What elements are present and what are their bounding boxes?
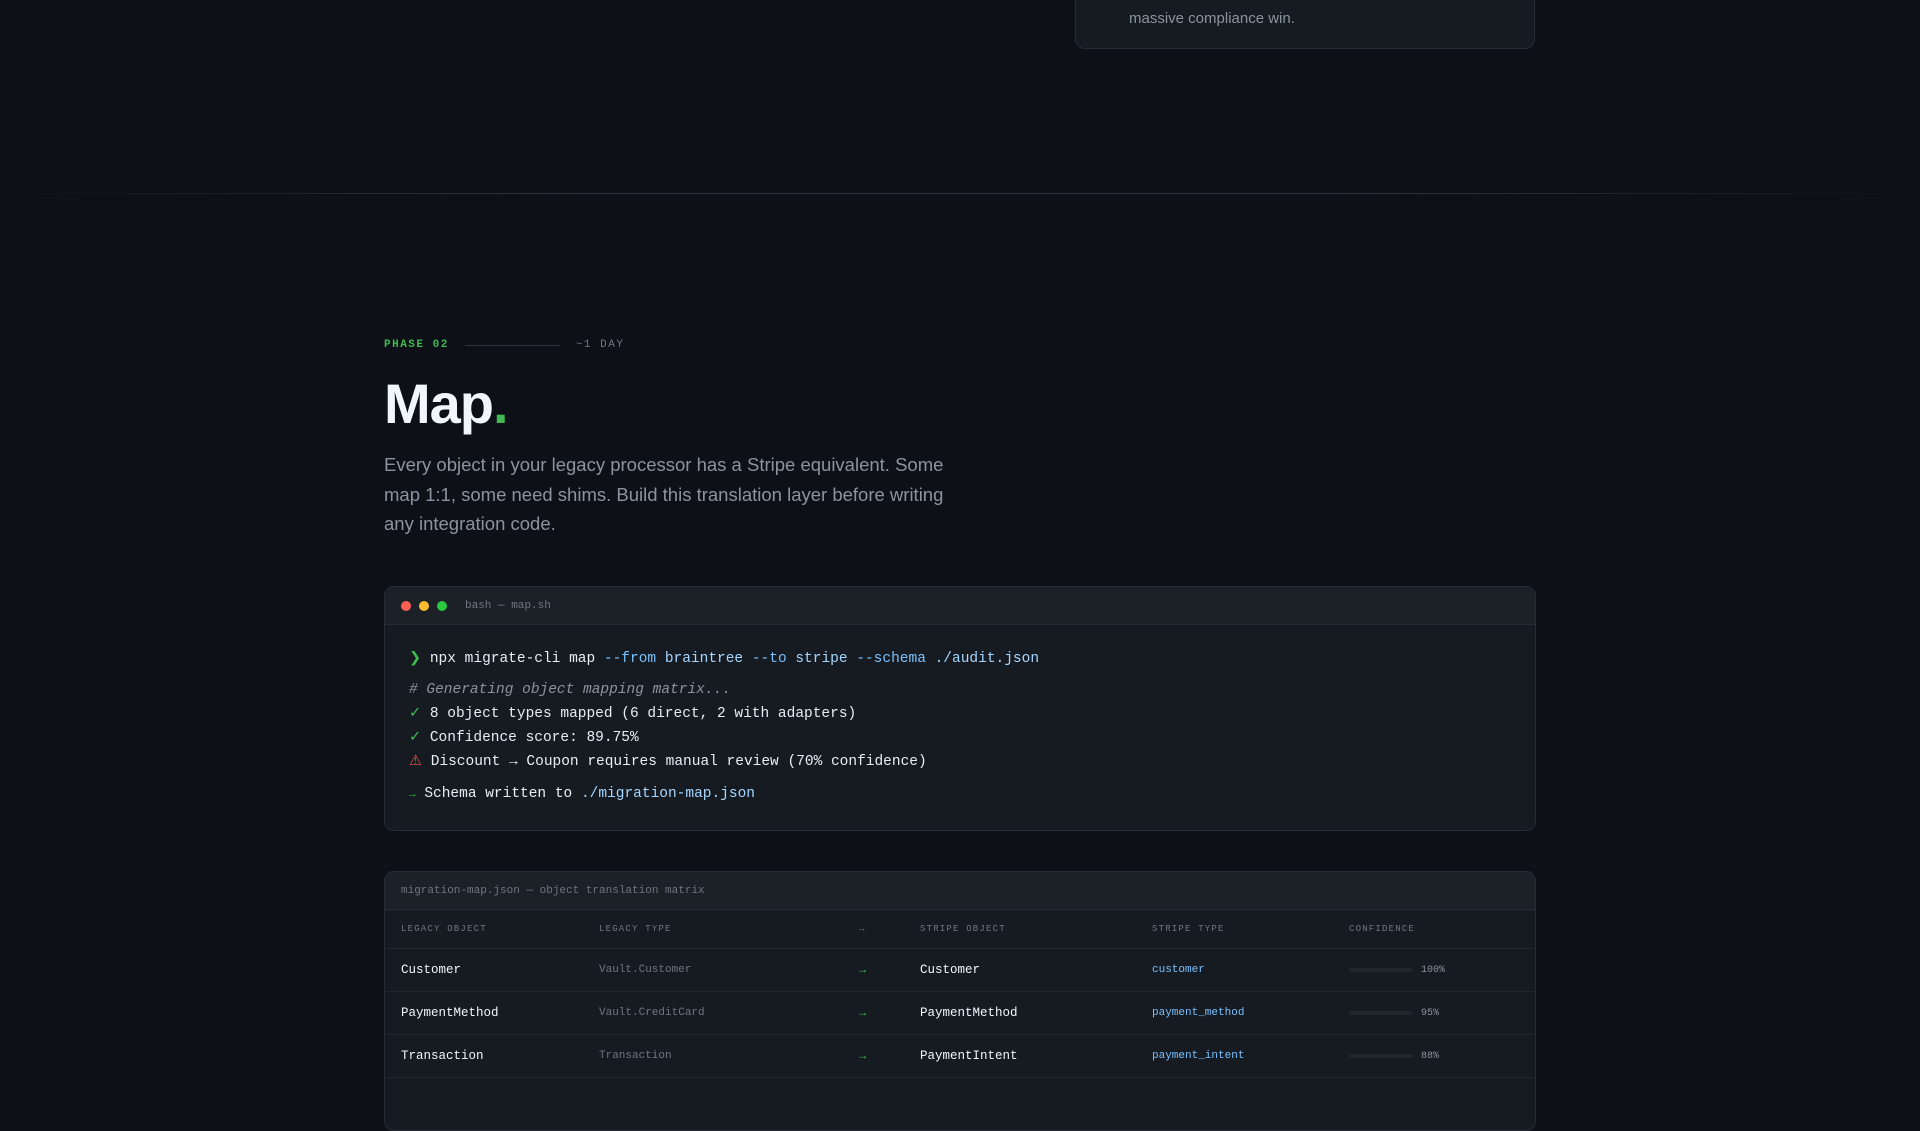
comment-line: # Generating object mapping matrix... bbox=[409, 682, 731, 698]
phase-label: PHASE 02 bbox=[384, 339, 449, 351]
output-written-text: Schema written to bbox=[424, 786, 573, 802]
command-line: ❯ npx migrate-cli map --from braintree -… bbox=[409, 647, 1511, 671]
confidence-bar bbox=[1349, 1011, 1413, 1015]
column-header-legacy-type: LEGACY TYPE bbox=[599, 924, 672, 934]
confidence-percent: 88% bbox=[1421, 1050, 1440, 1062]
prompt-icon: ❯ bbox=[409, 651, 422, 667]
previous-phase-card: massive compliance win. bbox=[1075, 0, 1535, 49]
terminal-title-bar: bash — map.sh bbox=[385, 587, 1535, 625]
confidence-cell: 88% bbox=[1349, 1035, 1439, 1077]
stripe-object-cell: PaymentIntent bbox=[920, 1049, 1018, 1063]
stripe-object-cell: Customer bbox=[920, 963, 981, 977]
arg-from: braintree bbox=[664, 651, 744, 667]
column-header-stripe-object: STRIPE OBJECT bbox=[920, 924, 1006, 934]
arg-schema: ./audit.json bbox=[934, 651, 1040, 667]
stripe-type-cell: payment_intent bbox=[1152, 1050, 1245, 1062]
output-written-path: ./migration-map.json bbox=[580, 786, 755, 802]
confidence-bar bbox=[1349, 1054, 1413, 1058]
output-mapped-line: ✓ 8 object types mapped (6 direct, 2 wit… bbox=[409, 702, 1511, 726]
legacy-object-cell: Transaction bbox=[401, 1049, 484, 1063]
column-header-confidence: CONFIDENCE bbox=[1349, 924, 1416, 934]
confidence-cell: 100% bbox=[1349, 949, 1445, 991]
legacy-type-cell: Vault.Customer bbox=[599, 964, 692, 976]
column-header-legacy-object: LEGACY OBJECT bbox=[401, 924, 487, 934]
mapping-table: migration-map.json — object translation … bbox=[384, 871, 1536, 1131]
section-title-dot: . bbox=[493, 372, 509, 435]
arrow-right-icon: → bbox=[859, 963, 867, 977]
stripe-object-cell: PaymentMethod bbox=[920, 1006, 1018, 1020]
legacy-type-cell: Transaction bbox=[599, 1050, 672, 1062]
arrow-right-icon: → bbox=[859, 1049, 867, 1063]
confidence-percent: 100% bbox=[1421, 964, 1446, 976]
maximize-window-dot[interactable] bbox=[437, 600, 447, 611]
terminal-window: bash — map.sh ❯ npx migrate-cli map --fr… bbox=[384, 586, 1536, 831]
section-description: Every object in your legacy processor ha… bbox=[384, 454, 944, 534]
terminal-output: ❯ npx migrate-cli map --from braintree -… bbox=[385, 625, 1535, 806]
command-text: npx migrate-cli map bbox=[429, 651, 596, 667]
stripe-type-cell: payment_method bbox=[1152, 1007, 1245, 1019]
stripe-type-cell: customer bbox=[1152, 964, 1205, 976]
output-confidence-text: Confidence score: 89.75% bbox=[429, 730, 639, 746]
output-warning-text: Discount → Coupon requires manual review… bbox=[430, 754, 927, 770]
arrow-right-icon: → bbox=[409, 789, 416, 801]
section-title: Map. bbox=[384, 372, 509, 436]
output-warning-line: ⚠ Discount → Coupon requires manual revi… bbox=[409, 750, 1511, 774]
output-written-line: → Schema written to ./migration-map.json bbox=[409, 782, 1511, 806]
previous-card-text: massive compliance win. bbox=[1129, 10, 1295, 27]
table-row[interactable]: Transaction Transaction → PaymentIntent … bbox=[385, 1035, 1535, 1078]
table-header-row: LEGACY OBJECT LEGACY TYPE → STRIPE OBJEC… bbox=[385, 910, 1535, 949]
check-icon: ✓ bbox=[409, 706, 422, 722]
legacy-object-cell: PaymentMethod bbox=[401, 1006, 499, 1020]
arg-to: stripe bbox=[795, 651, 848, 667]
close-window-dot[interactable] bbox=[401, 600, 411, 611]
output-mapped-text: 8 object types mapped (6 direct, 2 with … bbox=[429, 706, 857, 722]
warning-icon: ⚠ bbox=[409, 754, 422, 770]
confidence-percent: 95% bbox=[1421, 1007, 1440, 1019]
check-icon: ✓ bbox=[409, 730, 422, 746]
minimize-window-dot[interactable] bbox=[419, 600, 429, 611]
column-header-stripe-type: STRIPE TYPE bbox=[1152, 924, 1225, 934]
table-caption: migration-map.json — object translation … bbox=[385, 872, 1535, 910]
flag-from: --from bbox=[603, 651, 657, 667]
section-title-text: Map bbox=[384, 372, 494, 435]
legacy-type-cell: Vault.CreditCard bbox=[599, 1007, 705, 1019]
output-confidence-line: ✓ Confidence score: 89.75% bbox=[409, 726, 1511, 750]
flag-to: --to bbox=[751, 651, 787, 667]
phase-header: PHASE 02 ~1 DAY bbox=[384, 339, 624, 351]
table-row[interactable]: PaymentMethod Vault.CreditCard → Payment… bbox=[385, 992, 1535, 1035]
legacy-object-cell: Customer bbox=[401, 963, 462, 977]
section-divider bbox=[0, 193, 1920, 194]
column-header-arrow: → bbox=[859, 924, 866, 934]
table-row[interactable]: Customer Vault.Customer → Customer custo… bbox=[385, 949, 1535, 992]
arrow-right-icon: → bbox=[859, 1006, 867, 1020]
flag-schema: --schema bbox=[856, 651, 926, 667]
confidence-bar bbox=[1349, 968, 1413, 972]
terminal-title: bash — map.sh bbox=[465, 599, 551, 612]
confidence-cell: 95% bbox=[1349, 992, 1439, 1034]
phase-divider-line bbox=[464, 344, 560, 346]
phase-duration: ~1 DAY bbox=[575, 339, 625, 351]
